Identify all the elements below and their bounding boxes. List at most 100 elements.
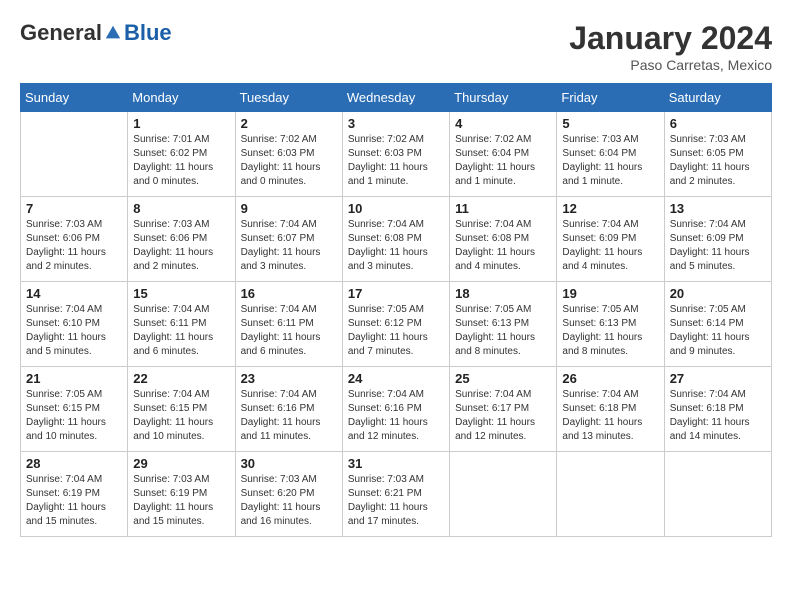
logo-icon <box>104 24 122 42</box>
weekday-header-saturday: Saturday <box>664 84 771 112</box>
day-number: 28 <box>26 456 122 471</box>
weekday-header-sunday: Sunday <box>21 84 128 112</box>
calendar-cell <box>450 452 557 537</box>
day-info: Sunrise: 7:02 AM Sunset: 6:03 PM Dayligh… <box>348 133 444 189</box>
calendar-week-4: 21 Sunrise: 7:05 AM Sunset: 6:15 PM Dayli… <box>21 367 772 452</box>
day-number: 11 <box>455 201 551 216</box>
calendar-cell: 11 Sunrise: 7:04 AM Sunset: 6:08 PM Dayli… <box>450 197 557 282</box>
calendar-week-2: 7 Sunrise: 7:03 AM Sunset: 6:06 PM Daylig… <box>21 197 772 282</box>
day-info: Sunrise: 7:04 AM Sunset: 6:07 PM Dayligh… <box>241 218 337 274</box>
day-info: Sunrise: 7:03 AM Sunset: 6:06 PM Dayligh… <box>133 218 229 274</box>
day-info: Sunrise: 7:03 AM Sunset: 6:04 PM Dayligh… <box>562 133 658 189</box>
calendar-cell: 1Sunrise: 7:01 AM Sunset: 6:02 PM Daylig… <box>128 112 235 197</box>
calendar-cell: 10 Sunrise: 7:04 AM Sunset: 6:08 PM Dayli… <box>342 197 449 282</box>
day-number: 31 <box>348 456 444 471</box>
day-info: Sunrise: 7:01 AM Sunset: 6:02 PM Dayligh… <box>133 133 229 189</box>
day-number: 12 <box>562 201 658 216</box>
calendar-cell <box>664 452 771 537</box>
day-info: Sunrise: 7:04 AM Sunset: 6:08 PM Dayligh… <box>455 218 551 274</box>
calendar-cell: 3 Sunrise: 7:02 AM Sunset: 6:03 PM Daylig… <box>342 112 449 197</box>
logo: General Blue <box>20 20 172 46</box>
day-number: 10 <box>348 201 444 216</box>
day-number: 15 <box>133 286 229 301</box>
day-info: Sunrise: 7:04 AM Sunset: 6:09 PM Dayligh… <box>670 218 766 274</box>
calendar-cell: 6 Sunrise: 7:03 AM Sunset: 6:05 PM Daylig… <box>664 112 771 197</box>
day-number: 5 <box>562 116 658 131</box>
calendar-table: SundayMondayTuesdayWednesdayThursdayFrid… <box>20 83 772 537</box>
title-block: January 2024 Paso Carretas, Mexico <box>569 20 772 73</box>
location-subtitle: Paso Carretas, Mexico <box>569 57 772 73</box>
day-info: Sunrise: 7:05 AM Sunset: 6:15 PM Dayligh… <box>26 388 122 444</box>
calendar-cell: 2Sunrise: 7:02 AM Sunset: 6:03 PM Daylig… <box>235 112 342 197</box>
calendar-week-5: 28Sunrise: 7:04 AM Sunset: 6:19 PM Dayli… <box>21 452 772 537</box>
calendar-cell: 27 Sunrise: 7:04 AM Sunset: 6:18 PM Dayli… <box>664 367 771 452</box>
calendar-week-1: 1Sunrise: 7:01 AM Sunset: 6:02 PM Daylig… <box>21 112 772 197</box>
calendar-cell: 12Sunrise: 7:04 AM Sunset: 6:09 PM Dayli… <box>557 197 664 282</box>
calendar-cell: 22Sunrise: 7:04 AM Sunset: 6:15 PM Dayli… <box>128 367 235 452</box>
day-info: Sunrise: 7:04 AM Sunset: 6:10 PM Dayligh… <box>26 303 122 359</box>
calendar-cell: 17Sunrise: 7:05 AM Sunset: 6:12 PM Dayli… <box>342 282 449 367</box>
day-info: Sunrise: 7:04 AM Sunset: 6:11 PM Dayligh… <box>133 303 229 359</box>
day-number: 7 <box>26 201 122 216</box>
day-number: 6 <box>670 116 766 131</box>
day-info: Sunrise: 7:03 AM Sunset: 6:20 PM Dayligh… <box>241 473 337 529</box>
calendar-cell <box>21 112 128 197</box>
day-number: 8 <box>133 201 229 216</box>
weekday-header-thursday: Thursday <box>450 84 557 112</box>
weekday-header-friday: Friday <box>557 84 664 112</box>
day-info: Sunrise: 7:02 AM Sunset: 6:04 PM Dayligh… <box>455 133 551 189</box>
calendar-cell: 16 Sunrise: 7:04 AM Sunset: 6:11 PM Dayli… <box>235 282 342 367</box>
calendar-cell: 15 Sunrise: 7:04 AM Sunset: 6:11 PM Dayli… <box>128 282 235 367</box>
calendar-cell: 31 Sunrise: 7:03 AM Sunset: 6:21 PM Dayli… <box>342 452 449 537</box>
calendar-cell: 20Sunrise: 7:05 AM Sunset: 6:14 PM Dayli… <box>664 282 771 367</box>
day-number: 27 <box>670 371 766 386</box>
day-number: 29 <box>133 456 229 471</box>
calendar-cell: 28Sunrise: 7:04 AM Sunset: 6:19 PM Dayli… <box>21 452 128 537</box>
day-info: Sunrise: 7:04 AM Sunset: 6:16 PM Dayligh… <box>241 388 337 444</box>
calendar-cell: 18Sunrise: 7:05 AM Sunset: 6:13 PM Dayli… <box>450 282 557 367</box>
day-number: 21 <box>26 371 122 386</box>
day-info: Sunrise: 7:04 AM Sunset: 6:16 PM Dayligh… <box>348 388 444 444</box>
day-info: Sunrise: 7:05 AM Sunset: 6:12 PM Dayligh… <box>348 303 444 359</box>
day-info: Sunrise: 7:04 AM Sunset: 6:08 PM Dayligh… <box>348 218 444 274</box>
day-number: 13 <box>670 201 766 216</box>
weekday-header-row: SundayMondayTuesdayWednesdayThursdayFrid… <box>21 84 772 112</box>
day-number: 2 <box>241 116 337 131</box>
calendar-cell: 5 Sunrise: 7:03 AM Sunset: 6:04 PM Daylig… <box>557 112 664 197</box>
calendar-cell: 29 Sunrise: 7:03 AM Sunset: 6:19 PM Dayli… <box>128 452 235 537</box>
day-info: Sunrise: 7:04 AM Sunset: 6:18 PM Dayligh… <box>670 388 766 444</box>
calendar-cell: 9 Sunrise: 7:04 AM Sunset: 6:07 PM Daylig… <box>235 197 342 282</box>
calendar-cell: 4 Sunrise: 7:02 AM Sunset: 6:04 PM Daylig… <box>450 112 557 197</box>
weekday-header-wednesday: Wednesday <box>342 84 449 112</box>
day-number: 9 <box>241 201 337 216</box>
day-info: Sunrise: 7:03 AM Sunset: 6:21 PM Dayligh… <box>348 473 444 529</box>
day-number: 24 <box>348 371 444 386</box>
calendar-cell: 24 Sunrise: 7:04 AM Sunset: 6:16 PM Dayli… <box>342 367 449 452</box>
day-number: 4 <box>455 116 551 131</box>
calendar-cell: 14Sunrise: 7:04 AM Sunset: 6:10 PM Dayli… <box>21 282 128 367</box>
day-info: Sunrise: 7:05 AM Sunset: 6:14 PM Dayligh… <box>670 303 766 359</box>
day-number: 25 <box>455 371 551 386</box>
calendar-cell: 13 Sunrise: 7:04 AM Sunset: 6:09 PM Dayli… <box>664 197 771 282</box>
day-number: 18 <box>455 286 551 301</box>
weekday-header-monday: Monday <box>128 84 235 112</box>
day-info: Sunrise: 7:03 AM Sunset: 6:19 PM Dayligh… <box>133 473 229 529</box>
day-number: 3 <box>348 116 444 131</box>
day-info: Sunrise: 7:05 AM Sunset: 6:13 PM Dayligh… <box>562 303 658 359</box>
day-number: 16 <box>241 286 337 301</box>
logo-general-text: General <box>20 20 102 46</box>
day-number: 26 <box>562 371 658 386</box>
day-info: Sunrise: 7:03 AM Sunset: 6:05 PM Dayligh… <box>670 133 766 189</box>
calendar-cell: 23Sunrise: 7:04 AM Sunset: 6:16 PM Dayli… <box>235 367 342 452</box>
day-info: Sunrise: 7:03 AM Sunset: 6:06 PM Dayligh… <box>26 218 122 274</box>
day-number: 30 <box>241 456 337 471</box>
day-number: 22 <box>133 371 229 386</box>
day-number: 19 <box>562 286 658 301</box>
month-year-title: January 2024 <box>569 20 772 57</box>
day-info: Sunrise: 7:04 AM Sunset: 6:11 PM Dayligh… <box>241 303 337 359</box>
day-info: Sunrise: 7:04 AM Sunset: 6:18 PM Dayligh… <box>562 388 658 444</box>
calendar-cell: 30 Sunrise: 7:03 AM Sunset: 6:20 PM Dayli… <box>235 452 342 537</box>
calendar-cell: 26 Sunrise: 7:04 AM Sunset: 6:18 PM Dayli… <box>557 367 664 452</box>
weekday-header-tuesday: Tuesday <box>235 84 342 112</box>
page-header: General Blue January 2024 Paso Carretas,… <box>20 20 772 73</box>
